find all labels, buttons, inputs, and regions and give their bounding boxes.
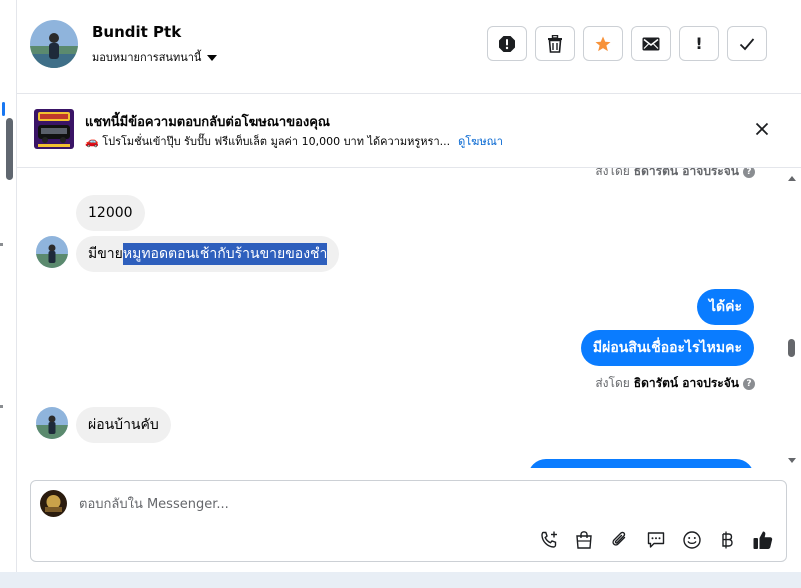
assign-conversation-dropdown[interactable]: มอบหมายการสนทนานี้ [92,48,218,66]
alert-octagon-icon [499,35,515,52]
message-thread[interactable]: ส่งโดย ธิดารัตน์ อาจประจัน ? 12000 มีขาย… [17,168,801,468]
left-sidebar-edge [0,0,17,572]
ad-banner-description: 🚗 โปรโมชั่นเข้าปุ๊บ รับปั๊บ ฟรีแท็บเล็ต … [85,135,451,148]
outgoing-message[interactable]: มีผ่อนสินเชื่ออะไรไหมคะ [580,330,754,366]
chevron-down-icon [207,54,218,61]
message-text: 12000 [88,205,133,221]
left-edge-dot [0,405,3,408]
star-button[interactable] [583,26,623,61]
thumbs-up-icon [753,531,773,549]
ad-reply-banner: แชทนี้มีข้อความตอบกลับต่อโฆษณาของคุณ 🚗 โ… [17,94,801,168]
message-scrollbar-thumb[interactable] [788,339,795,357]
contact-name[interactable]: Bundit Ptk [92,23,181,41]
sent-by-name: ธิดารัตน์ อาจประจัน [633,376,739,390]
banner-close-button[interactable] [750,117,774,141]
contact-avatar-small[interactable] [36,236,68,268]
help-icon[interactable]: ? [743,377,755,390]
saved-replies-button[interactable] [644,528,668,552]
incoming-message[interactable]: ผ่อนบ้านคับ [76,407,171,443]
window-bottom-strip [0,572,801,588]
phone-plus-icon [541,531,557,548]
exclamation-icon: ! [695,34,703,53]
smiley-icon [683,531,701,549]
contact-avatar[interactable] [30,20,78,68]
mark-unread-button[interactable] [631,26,671,61]
left-scrollbar-thumb[interactable] [6,118,13,180]
outgoing-message[interactable]: ได้ค่ะ [696,289,754,325]
shop-button[interactable] [572,528,596,552]
message-text: ได้ค่ะ [708,299,742,315]
call-button[interactable] [537,528,561,552]
ad-banner-description-row: 🚗 โปรโมชั่นเข้าปุ๊บ รับปั๊บ ฟรีแท็บเล็ต … [85,132,503,150]
incoming-message[interactable]: 12000 [76,195,145,231]
message-text: ผ่อนบ้านคับ [88,417,159,433]
baht-icon [722,531,733,549]
outgoing-message-partial[interactable] [528,459,754,468]
like-button[interactable] [751,528,775,552]
assign-conversation-label: มอบหมายการสนทนานี้ [92,51,202,64]
incoming-message[interactable]: มีขาย หมูทอดตอนเช้ากับร้านขายของชำ [76,236,340,272]
mark-done-button[interactable] [727,26,767,61]
sent-by-label: ส่งโดย ธิดารัตน์ อาจประจัน ? [595,374,755,393]
scroll-up-arrow[interactable] [788,176,796,181]
attach-button[interactable] [608,528,632,552]
chat-bubble-icon [647,532,665,548]
sent-by-label-clipped: ส่งโดย ธิดารัตน์ อาจประจัน ? [595,168,755,181]
trash-icon [548,34,562,53]
payment-button[interactable] [715,528,739,552]
conversation-header: Bundit Ptk มอบหมายการสนทนานี้ ! [17,0,801,94]
ad-banner-title: แชทนี้มีข้อความตอบกลับต่อโฆษณาของคุณ [85,115,330,130]
delete-button[interactable] [535,26,575,61]
star-icon [595,36,611,51]
ad-thumbnail[interactable] [34,109,74,149]
close-icon [755,122,769,136]
message-text: มีผ่อนสินเชื่ออะไรไหมคะ [592,340,742,356]
left-edge-dot [0,243,3,246]
mark-spam-button[interactable] [487,26,527,61]
sent-by-prefix: ส่งโดย [595,376,630,390]
message-text: มีขาย [88,246,123,262]
view-ad-link[interactable]: ดูโฆษณา [458,132,503,150]
sent-by-name: ธิดารัตน์ อาจประจัน [633,168,739,178]
reply-input[interactable] [79,494,769,514]
page-avatar [40,490,67,517]
selected-text: หมูทอดตอนเช้ากับร้านขายของชำ [122,243,328,265]
checkmark-icon [739,37,755,50]
shopping-bag-icon [576,531,592,549]
reply-composer [30,480,787,562]
left-selection-marker [2,102,5,116]
sent-by-prefix: ส่งโดย [595,168,630,178]
follow-up-button[interactable]: ! [679,26,719,61]
help-icon[interactable]: ? [743,168,755,178]
inbox-conversation-window: Bundit Ptk มอบหมายการสนทนานี้ ! แชทนี้มี… [0,0,801,588]
emoji-button[interactable] [680,528,704,552]
scroll-down-arrow[interactable] [788,458,796,463]
envelope-icon [642,37,660,50]
contact-avatar-small[interactable] [36,407,68,439]
paperclip-icon [612,531,626,546]
